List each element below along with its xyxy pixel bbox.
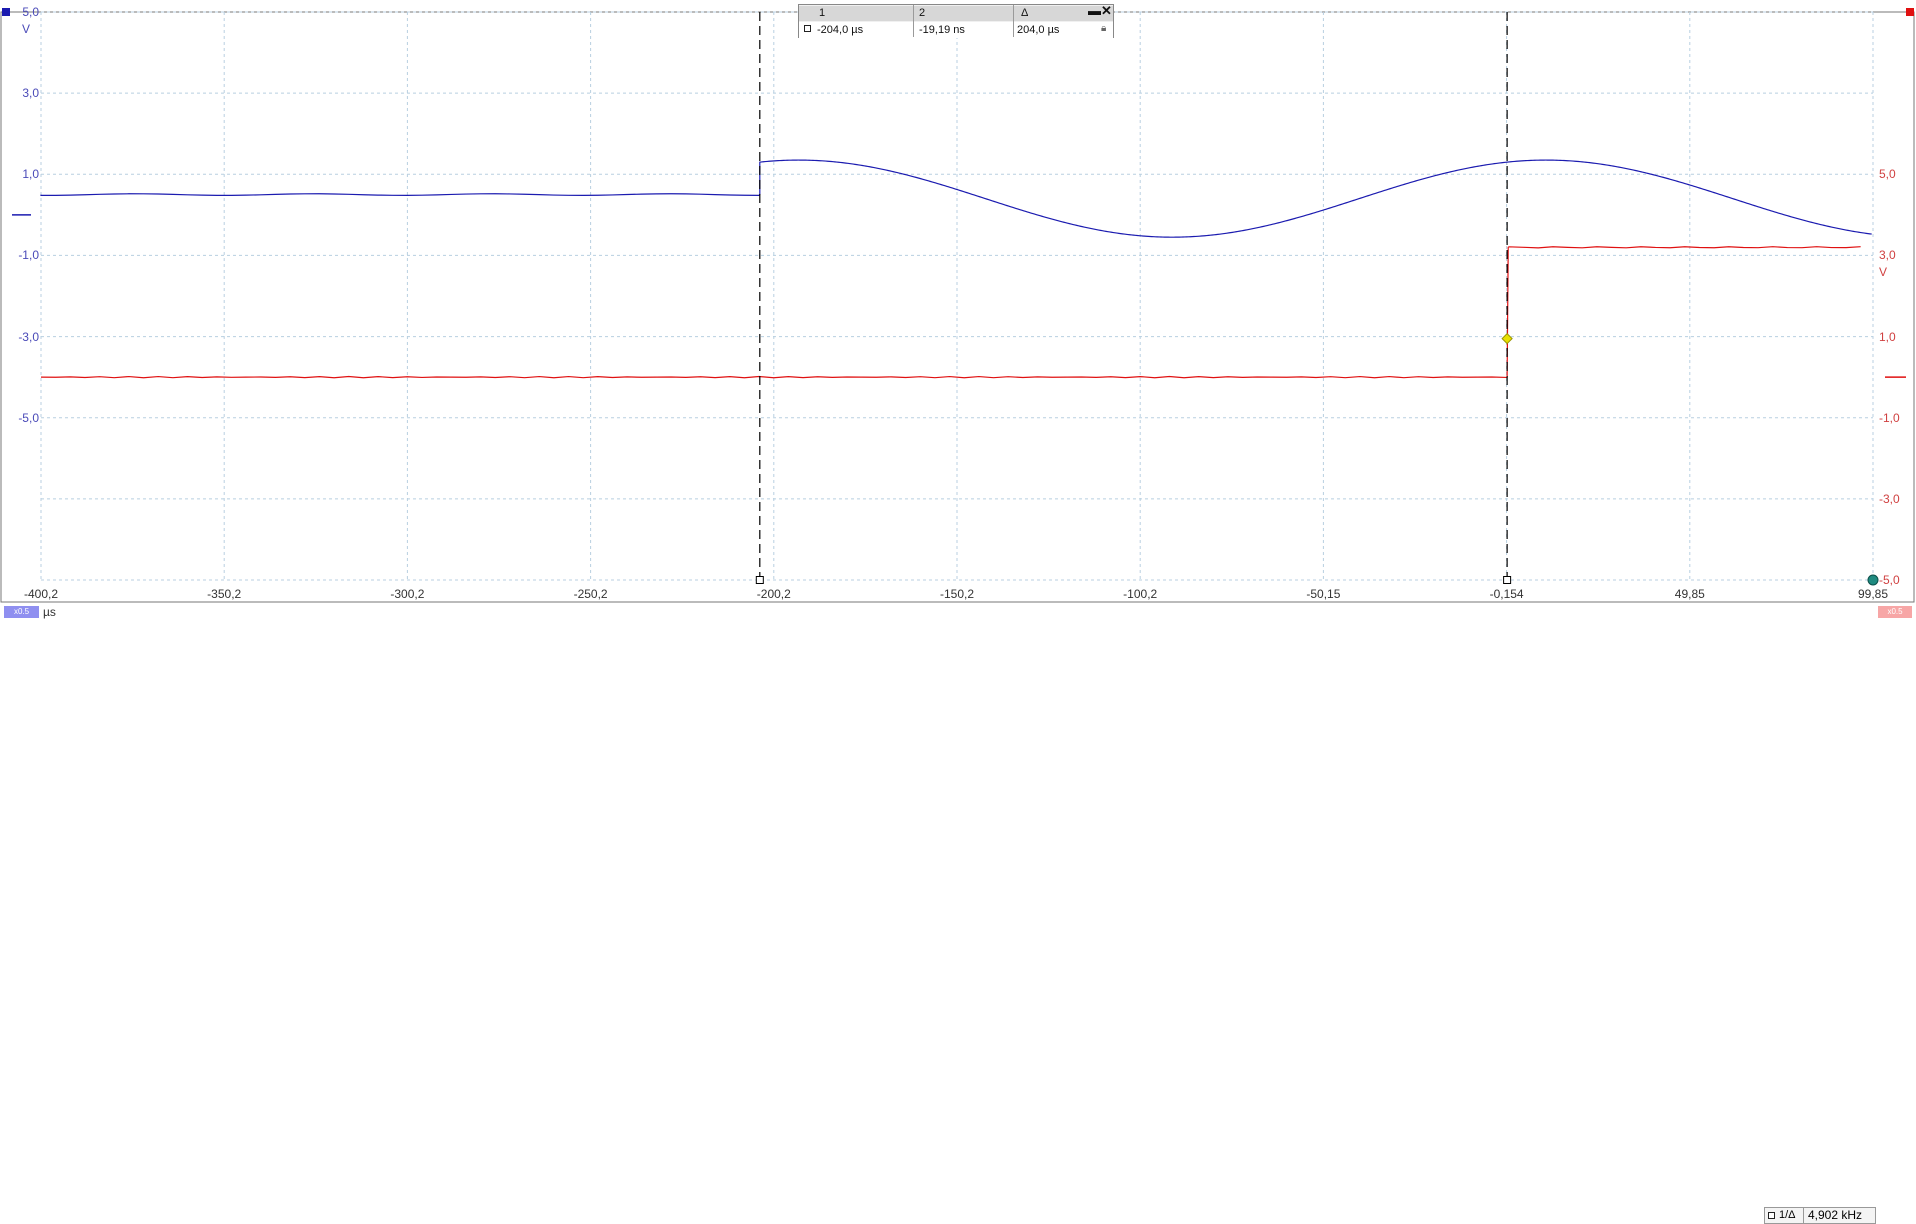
lock-icon[interactable]: 🔒︎ (1101, 22, 1106, 36)
measurement-mode: 1/Δ (1779, 1209, 1796, 1221)
measurement-box[interactable]: 1/Δ 4,902 kHz (1764, 1207, 1876, 1224)
minimize-icon[interactable]: ▬ (1088, 4, 1101, 18)
x-tick-label: -50,15 (1306, 587, 1341, 601)
x-tick-label: -0,154 (1489, 587, 1524, 601)
left-y-tick-label: -3,0 (18, 329, 39, 344)
x-tick-label: -250,2 (573, 587, 608, 601)
right-y-tick-label: 5,0 (1879, 167, 1896, 182)
x-tick-label: -150,2 (939, 587, 975, 601)
cursor-marker-icon (804, 25, 811, 32)
x-axis-unit: µs (43, 605, 56, 619)
right-axis-scale-tag[interactable]: x0.5 (1878, 606, 1912, 618)
cursor-2-handle[interactable] (1503, 576, 1512, 584)
waveform-plot[interactable] (0, 0, 1916, 627)
left-y-tick-label: -1,0 (18, 248, 39, 263)
grid (40, 11, 1874, 581)
left-y-tick-label: -5,0 (18, 410, 39, 425)
x-tick-label: -200,2 (756, 587, 791, 601)
x-tick-label: 49,85 (1674, 587, 1705, 601)
right-axis-unit: V (1879, 265, 1888, 279)
cursor-1-value: -204,0 µs (817, 24, 864, 36)
cursor-2-value: -19,19 ns (919, 24, 965, 36)
left-axis-unit: V (22, 22, 31, 36)
right-y-tick-label: -3,0 (1879, 491, 1900, 506)
channel-a-corner-marker (2, 8, 10, 16)
left-y-tick-label: 3,0 (22, 86, 39, 101)
channel-a-trace (40, 159, 1872, 238)
cursor-2-header: 2 (919, 7, 926, 19)
close-icon[interactable]: ✕ (1101, 4, 1112, 18)
left-y-tick-label: 5,0 (22, 5, 39, 19)
delta-value: 204,0 µs (1017, 24, 1060, 36)
bottom-status-bar: x0.5 µs 1/Δ 4,902 kHz x0.5 (0, 603, 1916, 1224)
x-tick-label: -100,2 (1123, 587, 1158, 601)
time-offset-handle[interactable] (1867, 574, 1879, 586)
x-tick-label: -400,2 (23, 587, 59, 601)
measurement-marker-icon (1768, 1212, 1775, 1219)
right-y-tick-label: 3,0 (1879, 248, 1896, 263)
oscilloscope-view: V V 5,0 3,0 1,0 -1,0 -3,0 -5,0 5,0 3,0 1,0 -1,0 -… (0, 0, 1916, 1224)
channel-b-trace (40, 246, 1861, 379)
x-tick-label: -300,2 (390, 587, 425, 601)
right-y-tick-label: -1,0 (1879, 410, 1900, 425)
cursor-1-header: 1 (819, 7, 826, 19)
measurement-value: 4,902 kHz (1808, 1208, 1863, 1222)
x-tick-label: 99,85 (1857, 587, 1889, 601)
cursor-1-handle[interactable] (755, 576, 764, 584)
left-y-tick-label: 1,0 (22, 167, 39, 182)
x-tick-label: -350,2 (207, 587, 242, 601)
channel-b-corner-marker (1906, 8, 1914, 16)
right-y-tick-label: -5,0 (1879, 573, 1900, 587)
delta-header: Δ (1021, 7, 1029, 19)
trigger-marker[interactable] (1501, 332, 1513, 345)
cursor-table-values-row: -204,0 µs -19,19 ns 204,0 µs 🔒︎ (799, 22, 1113, 38)
cursor-readout-table[interactable]: 1 2 Δ ▬ ✕ -204,0 µs -19,19 ns 204,0 µs 🔒… (798, 4, 1114, 38)
cursor-table-header (799, 6, 1113, 21)
left-axis-scale-tag[interactable]: x0.5 (4, 606, 39, 618)
right-y-tick-label: 1,0 (1879, 329, 1896, 344)
